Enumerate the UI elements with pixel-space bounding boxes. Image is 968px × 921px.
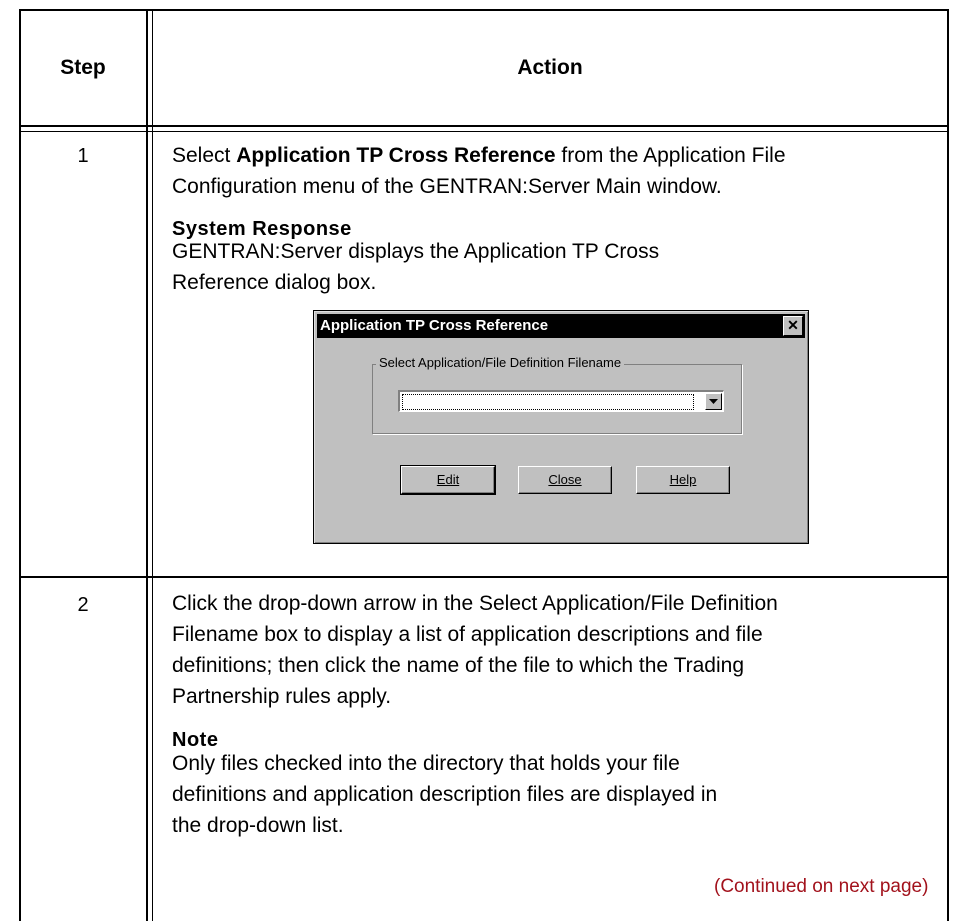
continued-note: (Continued on next page) (714, 876, 929, 897)
table-border-right (947, 9, 949, 921)
table-border-top (19, 9, 949, 11)
note-line-2: definitions and application description … (172, 783, 718, 806)
step-number-2: 2 (77, 594, 89, 616)
header-step: Step (60, 56, 106, 79)
step-2-line-4: Partnership rules apply. (172, 685, 392, 708)
step-1-instruction: Select Application TP Cross Reference fr… (172, 140, 786, 202)
note-line-1: Only files checked into the directory th… (172, 752, 680, 775)
header-rule (19, 125, 949, 127)
step-2-line-3: definitions; then click the name of the … (172, 654, 744, 677)
help-button[interactable]: Help (636, 466, 730, 494)
dropdown-arrow-button[interactable] (705, 393, 722, 410)
response-line-1: GENTRAN:Server displays the Application … (172, 240, 660, 263)
row-divider (19, 576, 949, 578)
application-tp-cross-reference-dialog: Application TP Cross Reference ✕ Select … (313, 310, 809, 544)
step-2-instruction: Click the drop-down arrow in the Select … (172, 588, 778, 712)
dialog-title: Application TP Cross Reference (320, 317, 549, 334)
close-button[interactable]: Close (518, 466, 612, 494)
step-2-line-2: Filename box to display a list of applic… (172, 623, 763, 646)
edit-button-label: Edit (436, 472, 460, 487)
table-column-divider (146, 9, 148, 921)
system-response-text: GENTRAN:Server displays the Application … (172, 236, 659, 298)
close-icon[interactable]: ✕ (783, 316, 803, 336)
note-text: Only files checked into the directory th… (172, 748, 717, 841)
combo-value (402, 394, 694, 410)
step-1-menu-item: Application TP Cross Reference (236, 144, 556, 167)
step-2-line-1: Click the drop-down arrow in the Select … (172, 592, 778, 615)
filename-combobox[interactable] (398, 390, 724, 412)
chevron-down-icon (709, 399, 718, 404)
step-1-text-c: Configuration menu of the GENTRAN:Server… (172, 175, 722, 198)
dialog-title-bar: Application TP Cross Reference ✕ (317, 314, 805, 338)
table-column-divider-inner (152, 9, 153, 921)
step-number-1: 1 (77, 145, 89, 167)
help-button-label: Help (669, 472, 697, 487)
step-1-text-a: Select (172, 144, 237, 167)
response-line-2: Reference dialog box. (172, 271, 377, 294)
header-action: Action (517, 56, 583, 79)
group-label: Select Application/File Definition Filen… (376, 355, 625, 370)
step-action-table: Step Action 1 Select Application TP Cros… (0, 0, 968, 921)
close-button-label: Close (548, 472, 582, 487)
header-rule-inner (19, 131, 949, 132)
edit-button[interactable]: Edit (400, 465, 496, 495)
note-line-3: the drop-down list. (172, 814, 344, 837)
step-1-text-b: from the Application File (555, 144, 786, 167)
